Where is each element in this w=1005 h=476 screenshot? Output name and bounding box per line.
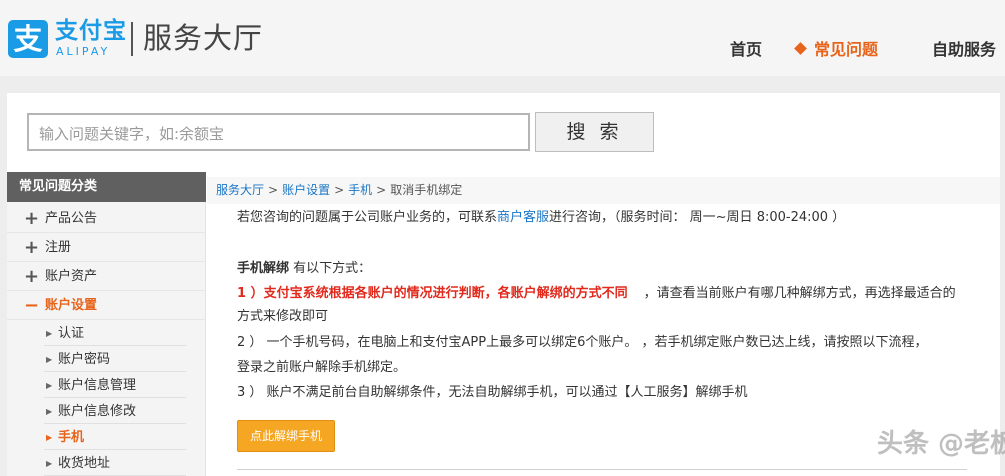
nav-faq[interactable]: 常见问题 [794, 38, 879, 62]
breadcrumb: 服务大厅 > 账户设置 > 手机 > 取消手机绑定 [207, 177, 1000, 204]
sidebar-item-register[interactable]: + 注册 [7, 233, 206, 262]
sidebar-subitem-address[interactable]: ▶ 收货地址 [44, 451, 186, 476]
breadcrumb-separator: > [376, 183, 387, 197]
sidebar-subitem-label: 账户密码 [58, 352, 111, 367]
breadcrumb-link-phone[interactable]: 手机 [348, 183, 372, 197]
search-button[interactable]: 搜 索 [535, 112, 654, 152]
logo-text-cn[interactable]: 支付宝 [55, 18, 127, 44]
logo-text-en: ALIPAY [56, 45, 111, 58]
sidebar-item-label: 产品公告 [45, 211, 98, 226]
triangle-right-icon: ▶ [46, 433, 53, 442]
unbind-heading-suffix: 有以下方式： [289, 261, 372, 276]
unbind-heading-bold: 手机解绑 [237, 261, 290, 276]
breadcrumb-link-account-settings[interactable]: 账户设置 [282, 183, 330, 197]
unbind-heading: 手机解绑 有以下方式： [237, 258, 371, 280]
unbind-phone-button[interactable]: 点此解绑手机 [237, 420, 335, 452]
triangle-right-icon: ▶ [46, 381, 53, 390]
intro-text: 若您咨询的问题属于公司账户业务的，可联系 [237, 210, 498, 225]
sidebar-subitem-label: 账户信息修改 [58, 404, 137, 419]
breadcrumb-separator: > [268, 183, 279, 197]
triangle-right-icon: ▶ [46, 329, 53, 338]
sidebar-subitem-password[interactable]: ▶ 账户密码 [44, 347, 186, 372]
sidebar-item-label: 账户设置 [45, 298, 98, 313]
sidebar-subitem-verification[interactable]: ▶ 认证 [44, 321, 186, 346]
breadcrumb-separator: > [334, 183, 345, 197]
sidebar-subitem-info-edit[interactable]: ▶ 账户信息修改 [44, 399, 186, 424]
method-1-emphasis: 1 ）支付宝系统根据各账户的情况进行判断，各账户解绑的方式不同 [237, 286, 628, 301]
sidebar-subitem-info-manage[interactable]: ▶ 账户信息管理 [44, 373, 186, 398]
breadcrumb-current: 取消手机绑定 [390, 183, 463, 197]
sidebar-item-account-settings[interactable]: − 账户设置 [7, 291, 206, 320]
sidebar-subitem-label: 收货地址 [58, 456, 111, 471]
triangle-right-icon: ▶ [46, 407, 53, 416]
sidebar-item-product-notice[interactable]: + 产品公告 [7, 204, 206, 233]
method-2-line2: 登录之前账户解除手机绑定。 [237, 360, 407, 375]
logo-divider [131, 22, 133, 56]
sidebar-item-account-assets[interactable]: + 账户资产 [7, 262, 206, 291]
sidebar-item-label: 账户资产 [45, 269, 98, 284]
method-1-line2: 方式来修改即可 [237, 309, 329, 324]
sidebar-subitem-label: 账户信息管理 [58, 378, 137, 393]
nav-self-service[interactable]: 自助服务 [932, 38, 996, 62]
alipay-logo-icon[interactable]: 支 [8, 20, 48, 58]
sidebar-item-label: 注册 [45, 240, 72, 255]
triangle-right-icon: ▶ [46, 355, 53, 364]
service-hall-title: 服务大厅 [143, 21, 264, 55]
minus-icon: − [24, 295, 40, 316]
triangle-right-icon: ▶ [46, 459, 53, 468]
divider [237, 469, 967, 470]
sidebar-subitem-label: 手机 [58, 430, 85, 445]
merchant-service-link[interactable]: 商户客服 [497, 210, 549, 225]
plus-icon: + [24, 237, 40, 258]
search-input[interactable]: 输入问题关键字，如:余额宝 [27, 113, 530, 151]
plus-icon: + [24, 266, 40, 287]
sidebar-heading: 常见问题分类 [7, 172, 206, 202]
plus-icon: + [24, 208, 40, 229]
method-3: 3 ） 账户不满足前台自助解绑条件，无法自助解绑手机，可以通过【人工服务】解绑手… [237, 385, 748, 400]
service-hours-note: 若您咨询的问题属于公司账户业务的，可联系商户客服进行咨询，（服务时间： 周一~周… [237, 207, 845, 229]
intro-text-tail: 进行咨询，（服务时间： 周一~周日 8:00-24:00 ） [549, 210, 846, 225]
watermark: 头条 @老板 [877, 429, 1005, 459]
nav-faq-label: 常见问题 [814, 40, 879, 59]
breadcrumb-link-service-hall[interactable]: 服务大厅 [216, 183, 264, 197]
sidebar-subitem-label: 认证 [58, 326, 85, 341]
search-placeholder: 输入问题关键字，如:余额宝 [39, 125, 225, 143]
nav-home[interactable]: 首页 [730, 38, 762, 62]
active-indicator-icon [794, 42, 807, 55]
method-1-line1: 1 ）支付宝系统根据各账户的情况进行判断，各账户解绑的方式不同 ，请查看当前账户有… [237, 283, 956, 305]
method-1-rest: ，请查看当前账户有哪几种解绑方式，再选择最适合的 [643, 286, 956, 301]
site-header: 支 支付宝 ALIPAY 服务大厅 首页 常见问题 自助服务 [0, 0, 1005, 76]
method-2-line1: 2 ） 一个手机号码，在电脑上和支付宝APP上最多可以绑定6个账户。 ，若手机绑… [237, 335, 928, 350]
sidebar-subitem-phone[interactable]: ▶ 手机 [44, 425, 186, 450]
